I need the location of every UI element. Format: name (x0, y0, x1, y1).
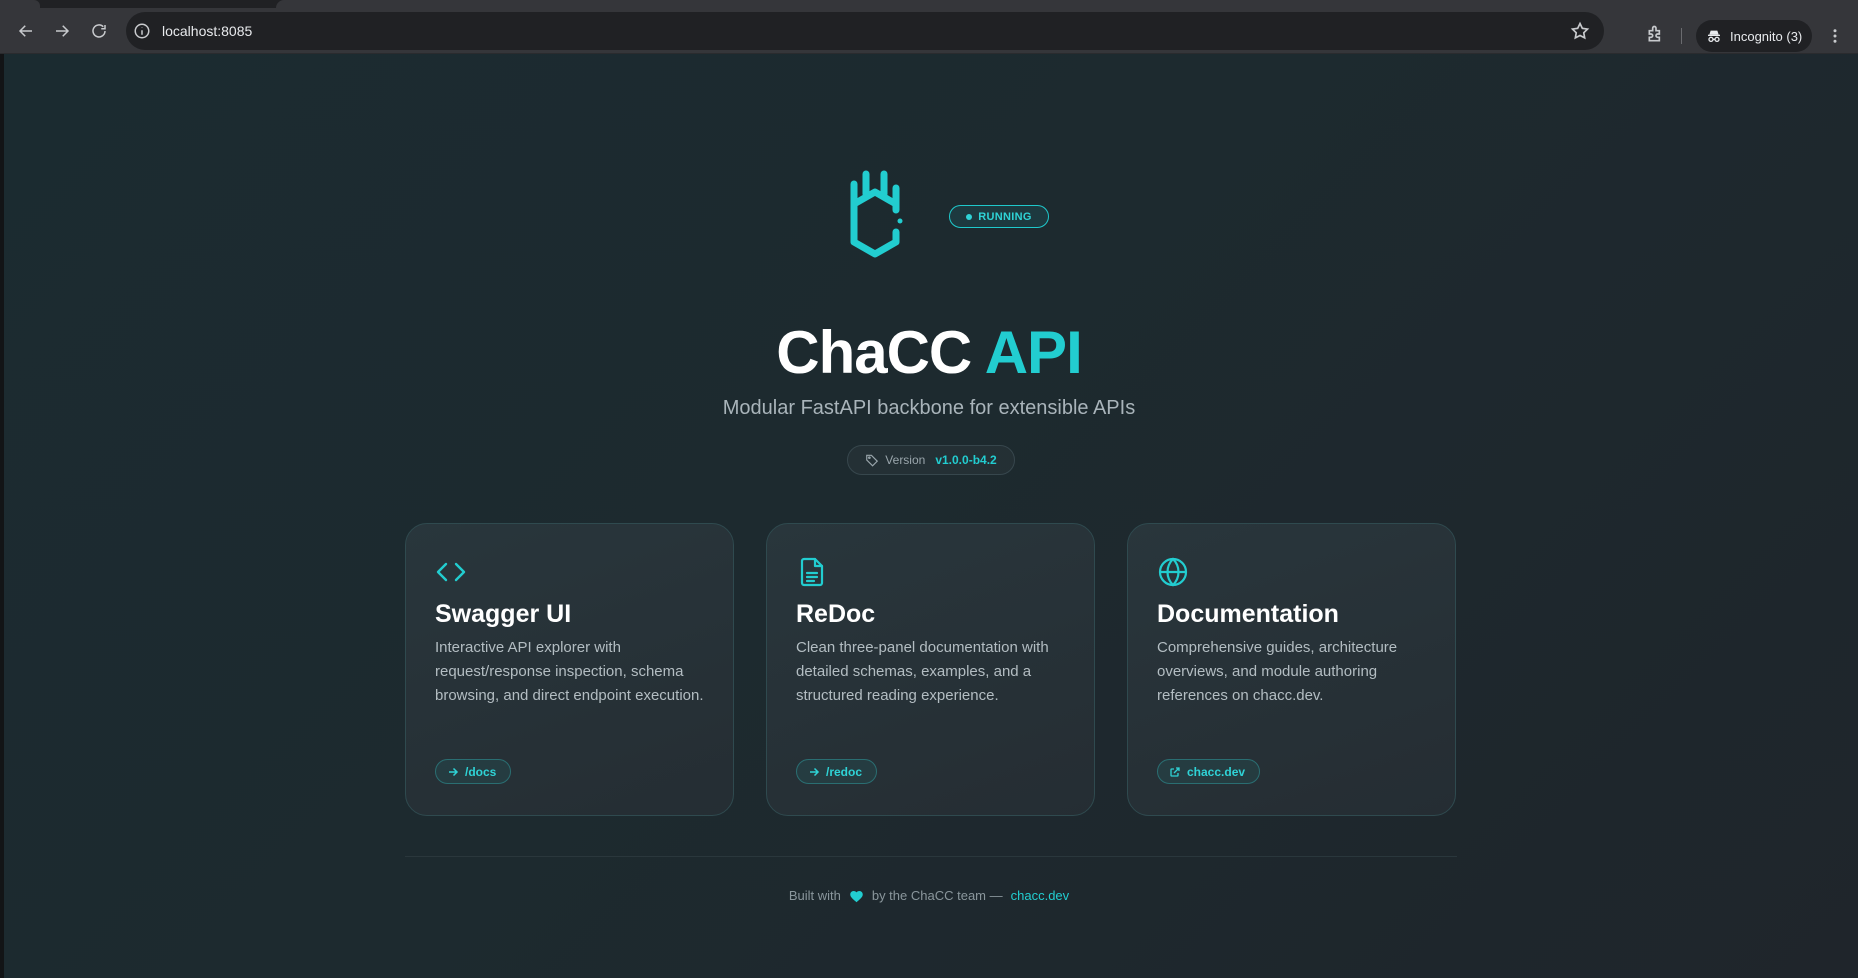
version-label: Version (885, 453, 926, 467)
redoc-link-button[interactable]: /redoc (796, 759, 878, 784)
arrow-right-icon (449, 767, 459, 776)
chacc-logo-icon (850, 170, 903, 258)
card-redoc[interactable]: ReDoc Clean three-panel documentation wi… (766, 523, 1095, 816)
link-label[interactable]: chacc.dev (1187, 765, 1245, 779)
heart-icon (850, 890, 863, 902)
back-button[interactable] (11, 16, 41, 46)
footer-by-team: by the ChaCC team — (871, 888, 1003, 903)
chacc-dev-link-button[interactable]: chacc.dev (1157, 759, 1261, 784)
tab-strip (0, 0, 1858, 8)
footer-divider (405, 856, 1457, 857)
globe-icon (1157, 556, 1189, 588)
title-accent: API (984, 319, 1083, 386)
reload-button[interactable] (84, 16, 114, 46)
toolbar-separator (1681, 28, 1682, 44)
card-description: Interactive API explorer with request/re… (435, 639, 704, 704)
tag-icon (866, 454, 879, 467)
version-value: v1.0.0-b4.2 (935, 453, 997, 467)
document-icon (796, 556, 828, 588)
title-main: ChaCC (776, 319, 972, 386)
card-title: Documentation (1157, 600, 1339, 628)
url-text[interactable]: localhost:8085 (162, 23, 252, 39)
card-title: Swagger UI (435, 600, 572, 628)
kebab-menu-icon[interactable] (1826, 26, 1844, 46)
incognito-button[interactable]: Incognito (3) (1696, 20, 1812, 52)
page-subtitle: Modular FastAPI backbone for extensible … (722, 397, 1136, 419)
tab-edge-left (0, 0, 40, 8)
forward-button[interactable] (47, 16, 77, 46)
star-icon[interactable] (1570, 21, 1590, 41)
code-icon (435, 556, 467, 588)
browser-toolbar: localhost:8085 Incognito (3) (0, 8, 1858, 54)
browser-chrome: localhost:8085 Incognito (3) (0, 0, 1858, 54)
status-badge: RUNNING (949, 205, 1049, 228)
page-background (4, 54, 1858, 978)
footer: Built with by the ChaCC team — chacc.dev (0, 888, 1858, 903)
active-tab[interactable] (276, 0, 1858, 8)
arrow-left-icon (18, 25, 32, 37)
card-description: Comprehensive guides, architecture overv… (1157, 639, 1398, 704)
page-title: ChaCC API (0, 318, 1858, 387)
reload-icon (92, 24, 106, 38)
info-icon[interactable] (133, 22, 151, 40)
address-bar[interactable]: localhost:8085 (126, 12, 1604, 50)
status-dot (966, 213, 973, 220)
link-label[interactable]: /docs (465, 765, 496, 779)
card-documentation[interactable]: Documentation Comprehensive guides, arch… (1127, 523, 1456, 816)
status-text: RUNNING (978, 210, 1032, 223)
card-title: ReDoc (796, 600, 876, 628)
link-label[interactable]: /redoc (826, 765, 862, 779)
arrow-right-icon (810, 767, 820, 776)
footer-built-with: Built with (788, 888, 841, 903)
extensions-icon[interactable] (1646, 24, 1666, 44)
incognito-label: Incognito (3) (1730, 28, 1803, 44)
card-swagger-ui[interactable]: Swagger UI Interactive API explorer with… (405, 523, 734, 816)
incognito-icon (1708, 30, 1720, 42)
external-link-icon (1170, 766, 1180, 777)
arrow-right-icon (56, 25, 70, 37)
version-badge: Version v1.0.0-b4.2 (847, 445, 1015, 475)
docs-link-button[interactable]: /docs (435, 759, 512, 784)
footer-chacc-dev-link[interactable]: chacc.dev (1011, 888, 1070, 903)
card-description: Clean three-panel documentation with det… (796, 639, 1049, 704)
